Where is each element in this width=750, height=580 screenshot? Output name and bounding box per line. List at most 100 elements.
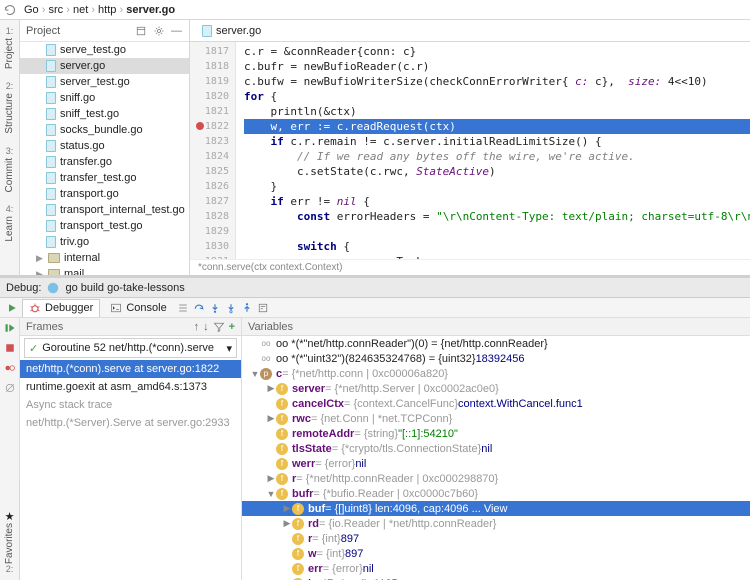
go-file-icon — [46, 140, 56, 152]
project-tree[interactable]: serve_test.goserver.goserver_test.gosnif… — [20, 42, 189, 275]
step-out-icon[interactable] — [241, 302, 253, 314]
stack-frame[interactable]: net/http.(*Server).Serve at server.go:29… — [20, 414, 241, 432]
tree-item[interactable]: transfer.go — [20, 154, 189, 170]
debug-label: Debug: — [6, 282, 41, 294]
variable-row[interactable]: fremoteAddr = {string} "[::1]:54210" — [242, 426, 750, 441]
console-icon — [110, 302, 122, 314]
tree-item[interactable]: serve_test.go — [20, 42, 189, 58]
stack-frame[interactable]: Async stack trace — [20, 396, 241, 414]
variable-row[interactable]: ▶frwc = {net.Conn | *net.TCPConn} — [242, 411, 750, 426]
breadcrumb-segment[interactable]: http — [98, 4, 116, 16]
frames-header: Frames ↑ ↓ + — [20, 318, 241, 336]
variable-row[interactable]: ▼pc = {*net/http.conn | 0xc00006a820} — [242, 366, 750, 381]
mute-breakpoints-icon[interactable] — [4, 382, 16, 394]
tab-debugger[interactable]: Debugger — [22, 299, 100, 317]
variable-row[interactable]: fw = {int} 897 — [242, 546, 750, 561]
tree-item[interactable]: ▶internal — [20, 250, 189, 266]
breakpoint-icon[interactable] — [196, 122, 204, 130]
tool-rail-structure[interactable]: 2:Structure — [4, 81, 15, 134]
go-file-icon — [46, 220, 56, 232]
bug-icon — [29, 302, 41, 314]
tool-rail-project[interactable]: 1:Project — [4, 26, 15, 69]
goroutine-selector[interactable]: ✓ Goroutine 52 net/http.(*conn).serve ▾ — [24, 338, 237, 358]
variable-row[interactable]: ▶fbuf = {[]uint8} len:4096, cap:4096 ...… — [242, 501, 750, 516]
variable-row[interactable]: ▼fbufr = {*bufio.Reader | 0xc0000c7b60} — [242, 486, 750, 501]
debug-config-name[interactable]: go build go-take-lessons — [65, 282, 184, 294]
project-panel: Project — serve_test.goserver.goserver_t… — [20, 20, 190, 275]
step-over-icon[interactable] — [193, 302, 205, 314]
tree-item[interactable]: socks_bundle.go — [20, 122, 189, 138]
editor-breadcrumb[interactable]: *conn.serve(ctx context.Context) — [190, 259, 750, 275]
variables-header: Variables — [242, 318, 750, 336]
tree-item[interactable]: transport_internal_test.go — [20, 202, 189, 218]
refresh-icon[interactable] — [4, 4, 16, 16]
tool-rail-learn[interactable]: 4:Learn — [4, 204, 15, 242]
tree-item[interactable]: transfer_test.go — [20, 170, 189, 186]
go-file-icon — [46, 124, 56, 136]
tool-rail-commit[interactable]: 3:Commit — [4, 146, 15, 192]
add-frame-icon[interactable]: + — [229, 321, 235, 333]
variable-row[interactable]: ftlsState = {*crypto/tls.ConnectionState… — [242, 441, 750, 456]
tree-item[interactable]: server_test.go — [20, 74, 189, 90]
variable-row[interactable]: ▶frd = {io.Reader | *net/http.connReader… — [242, 516, 750, 531]
view-breakpoints-icon[interactable] — [4, 362, 16, 374]
variable-row[interactable]: fr = {int} 897 — [242, 531, 750, 546]
project-panel-header: Project — — [20, 20, 189, 42]
variable-row[interactable]: flastByte = {int} 125 — [242, 576, 750, 580]
stop-icon[interactable] — [4, 342, 16, 354]
tree-item[interactable]: server.go — [20, 58, 189, 74]
star-icon: ★ — [5, 510, 15, 523]
collapse-icon[interactable] — [135, 25, 147, 37]
tree-item[interactable]: transport.go — [20, 186, 189, 202]
variable-row[interactable]: ▶fr = {*net/http.connReader | 0xc0002988… — [242, 471, 750, 486]
variable-row[interactable]: ▶fserver = {*net/http.Server | 0xc0002ac… — [242, 381, 750, 396]
go-file-icon — [46, 156, 56, 168]
editor-tab-label: server.go — [216, 25, 261, 37]
tree-item[interactable]: triv.go — [20, 234, 189, 250]
breadcrumb-segment[interactable]: src — [48, 4, 63, 16]
stack-frame[interactable]: runtime.goexit at asm_amd64.s:1373 — [20, 378, 241, 396]
minimize-icon[interactable]: — — [171, 25, 183, 37]
editor-code[interactable]: c.r = &connReader{conn: c}c.bufr = newBu… — [236, 42, 750, 259]
tree-item[interactable]: status.go — [20, 138, 189, 154]
rerun-icon[interactable] — [6, 302, 18, 314]
frame-up-icon[interactable]: ↑ — [194, 321, 200, 333]
gear-icon[interactable] — [153, 25, 165, 37]
go-file-icon — [46, 92, 56, 104]
frame-down-icon[interactable]: ↓ — [203, 321, 209, 333]
variable-row[interactable]: fcancelCtx = {context.CancelFunc} contex… — [242, 396, 750, 411]
variable-row[interactable]: oooo *(*"uint32")(824635324768) = {uint3… — [242, 351, 750, 366]
folder-icon — [48, 253, 60, 263]
check-icon: ✓ — [29, 342, 38, 355]
evaluate-icon[interactable] — [257, 302, 269, 314]
filter-icon[interactable] — [213, 321, 225, 333]
tree-item[interactable]: sniff.go — [20, 90, 189, 106]
variable-row[interactable]: ferr = {error} nil — [242, 561, 750, 576]
breadcrumb-segment[interactable]: net — [73, 4, 88, 16]
frames-list[interactable]: net/http.(*conn).serve at server.go:1822… — [20, 360, 241, 432]
threads-icon[interactable] — [177, 302, 189, 314]
stack-frame[interactable]: net/http.(*conn).serve at server.go:1822 — [20, 360, 241, 378]
debug-tool-tabs: Debugger Console — [0, 298, 750, 318]
project-panel-title: Project — [26, 25, 60, 37]
editor-gutter[interactable]: 1817181818191820182118221823182418251826… — [190, 42, 236, 259]
breadcrumb-segment[interactable]: Go — [24, 4, 39, 16]
go-file-icon — [46, 108, 56, 120]
tree-item[interactable]: ▶mail — [20, 266, 189, 275]
tree-item[interactable]: sniff_test.go — [20, 106, 189, 122]
favorites-rail[interactable]: ★ Favorites 2: — [0, 480, 20, 580]
step-into-my-icon[interactable] — [225, 302, 237, 314]
breadcrumb-segment[interactable]: server.go — [126, 4, 175, 16]
resume-icon[interactable] — [4, 322, 16, 334]
variable-row[interactable]: fwerr = {error} nil — [242, 456, 750, 471]
variables-panel[interactable]: Variables oooo *(*"net/http.connReader")… — [242, 318, 750, 580]
tab-console[interactable]: Console — [104, 299, 172, 317]
editor-tab[interactable]: server.go — [196, 22, 267, 40]
variable-row[interactable]: oooo *(*"net/http.connReader")(0) = {net… — [242, 336, 750, 351]
left-tool-rail: 1:Project 2:Structure 3:Commit 4:Learn — [0, 20, 20, 275]
tree-item[interactable]: transport_test.go — [20, 218, 189, 234]
go-file-icon — [46, 172, 56, 184]
step-into-icon[interactable] — [209, 302, 221, 314]
breadcrumb-bar: Go › src › net › http › server.go — [0, 0, 750, 20]
go-run-icon — [47, 282, 59, 294]
